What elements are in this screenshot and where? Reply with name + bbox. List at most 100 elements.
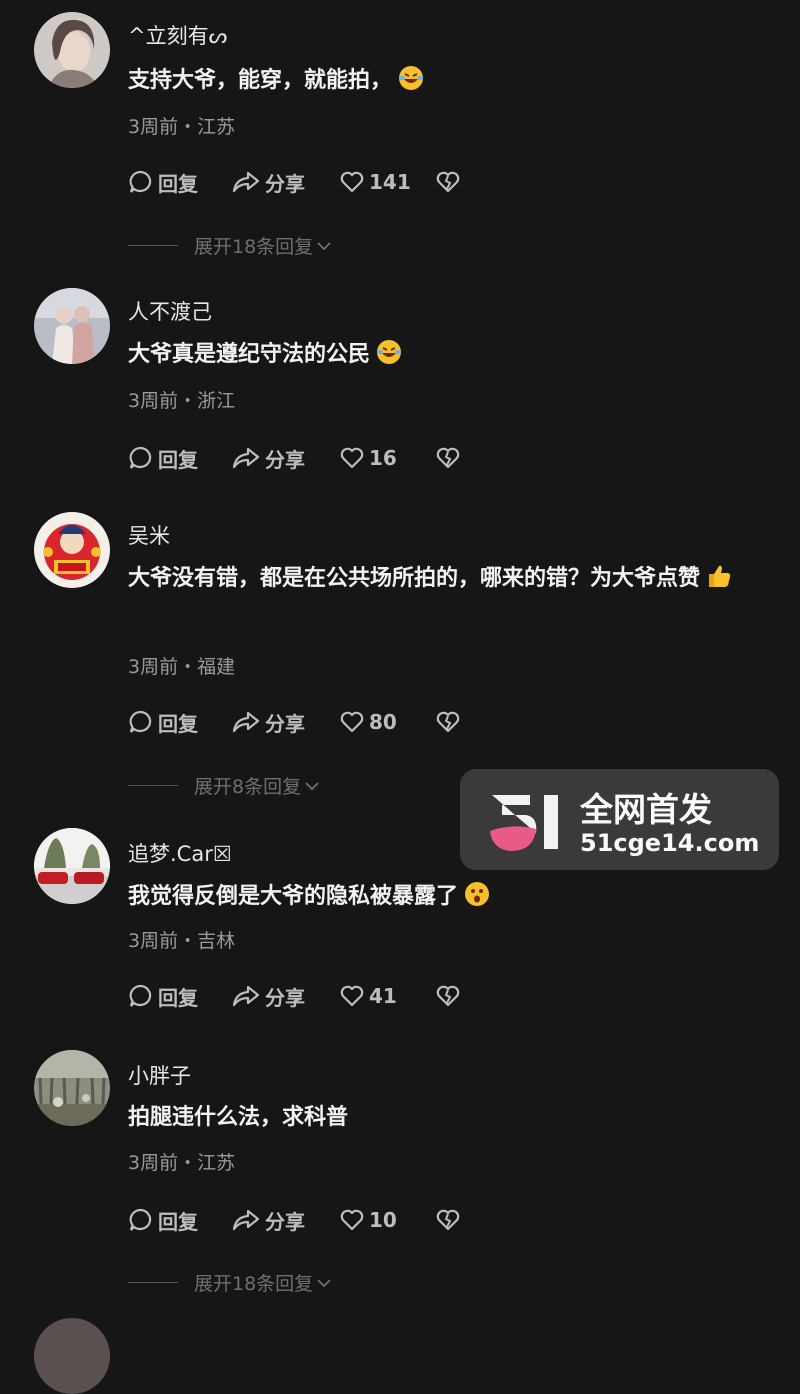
- divider-line: [128, 1282, 178, 1283]
- dislike-button[interactable]: [435, 1207, 465, 1233]
- username[interactable]: 人不渡己: [128, 296, 212, 326]
- share-arrow-icon: [232, 985, 260, 1007]
- username[interactable]: ^立刻有ᔕ: [128, 20, 227, 50]
- chevron-down-icon: [317, 1278, 331, 1287]
- reply-label: 回复: [158, 447, 198, 472]
- dislike-button[interactable]: [435, 169, 465, 195]
- share-label: 分享: [265, 985, 305, 1010]
- avatar[interactable]: [34, 1050, 110, 1126]
- username[interactable]: 吴米: [128, 520, 170, 550]
- like-button[interactable]: 80: [339, 709, 435, 735]
- comment-meta: 3周前・江苏: [128, 1152, 236, 1174]
- like-button[interactable]: 41: [339, 983, 435, 1009]
- avatar[interactable]: [34, 288, 110, 364]
- comment-text: 大爷没有错，都是在公共场所拍的，哪来的错？为大爷点赞: [128, 558, 778, 600]
- heart-icon: [340, 171, 364, 193]
- comment-actions: 回复 分享 10: [128, 1204, 465, 1236]
- comment-text: 大爷真是遵纪守法的公民: [128, 334, 778, 376]
- expand-replies-button[interactable]: 展开8条回复: [128, 772, 320, 799]
- comment-meta: 3周前・江苏: [128, 116, 236, 138]
- expand-replies-label: 展开18条回复: [194, 236, 314, 258]
- comment-actions: 回复 分享 80: [128, 706, 465, 738]
- like-button[interactable]: 141: [339, 169, 435, 195]
- avatar[interactable]: [34, 828, 110, 904]
- hushed-face-emoji-icon: [464, 880, 490, 906]
- share-arrow-icon: [232, 1209, 260, 1231]
- reply-button[interactable]: 回复: [128, 708, 231, 737]
- share-arrow-icon: [232, 447, 260, 469]
- reply-button[interactable]: 回复: [128, 1206, 231, 1235]
- like-count: 80: [369, 710, 397, 734]
- heart-icon: [340, 711, 364, 733]
- reply-label: 回复: [158, 1209, 198, 1234]
- comment-bubble-icon: [129, 170, 152, 193]
- comment-bubble-icon: [129, 446, 152, 469]
- watermark-badge: 全网首发 51cge14.com: [460, 769, 779, 870]
- share-button[interactable]: 分享: [231, 708, 339, 737]
- comment-text-content: 支持大爷，能穿，就能拍，: [128, 68, 393, 93]
- laughing-crying-emoji-icon: [376, 338, 402, 364]
- share-arrow-icon: [232, 711, 260, 733]
- divider-line: [128, 785, 178, 786]
- like-button[interactable]: 16: [339, 445, 435, 471]
- share-button[interactable]: 分享: [231, 982, 339, 1011]
- reply-label: 回复: [158, 985, 198, 1010]
- dislike-button[interactable]: [435, 709, 465, 735]
- reply-button[interactable]: 回复: [128, 982, 231, 1011]
- like-count: 16: [369, 446, 397, 470]
- dislike-button[interactable]: [435, 445, 465, 471]
- heart-icon: [340, 1209, 364, 1231]
- broken-heart-icon: [436, 171, 460, 193]
- next-comment-avatar[interactable]: [34, 1318, 110, 1394]
- expand-replies-label: 展开18条回复: [194, 1273, 314, 1295]
- chevron-down-icon: [305, 781, 319, 790]
- comment-bubble-icon: [129, 710, 152, 733]
- watermark-url: 51cge14.com: [580, 829, 760, 857]
- expand-replies-label: 展开8条回复: [194, 776, 302, 798]
- reply-button[interactable]: 回复: [128, 168, 231, 197]
- heart-icon: [340, 985, 364, 1007]
- comment-text-content: 拍腿违什么法，求科普: [128, 1105, 349, 1130]
- username[interactable]: 追梦.Car☒: [128, 838, 232, 868]
- laughing-crying-emoji-icon: [398, 64, 424, 90]
- comment-meta: 3周前・福建: [128, 656, 236, 678]
- comment-bubble-icon: [129, 984, 152, 1007]
- watermark-title: 全网首发: [580, 790, 712, 829]
- avatar[interactable]: [34, 512, 110, 588]
- share-label: 分享: [265, 447, 305, 472]
- username[interactable]: 小胖子: [128, 1060, 191, 1090]
- broken-heart-icon: [436, 447, 460, 469]
- share-button[interactable]: 分享: [231, 444, 339, 473]
- share-label: 分享: [265, 1209, 305, 1234]
- share-arrow-icon: [232, 171, 260, 193]
- reply-label: 回复: [158, 171, 198, 196]
- comment-text-content: 我觉得反倒是大爷的隐私被暴露了: [128, 884, 459, 909]
- comment-text: 拍腿违什么法，求科普: [128, 1097, 778, 1139]
- comment-meta: 3周前・浙江: [128, 390, 236, 412]
- thumbs-up-emoji-icon: [706, 562, 732, 588]
- like-count: 141: [369, 170, 411, 194]
- share-button[interactable]: 分享: [231, 168, 339, 197]
- expand-replies-button[interactable]: 展开18条回复: [128, 232, 332, 259]
- comment-text-content: 大爷真是遵纪守法的公民: [128, 342, 371, 367]
- share-label: 分享: [265, 171, 305, 196]
- like-count: 10: [369, 1208, 397, 1232]
- divider-line: [128, 245, 178, 246]
- comment-text: 我觉得反倒是大爷的隐私被暴露了: [128, 876, 778, 918]
- broken-heart-icon: [436, 711, 460, 733]
- avatar[interactable]: [34, 12, 110, 88]
- comment-actions: 回复 分享 16: [128, 442, 465, 474]
- comment-bubble-icon: [129, 1208, 152, 1231]
- expand-replies-button[interactable]: 展开18条回复: [128, 1269, 332, 1296]
- watermark-logo: [490, 795, 558, 851]
- comment-actions: 回复 分享 41: [128, 980, 465, 1012]
- broken-heart-icon: [436, 1209, 460, 1231]
- dislike-button[interactable]: [435, 983, 465, 1009]
- like-count: 41: [369, 984, 397, 1008]
- heart-icon: [340, 447, 364, 469]
- reply-button[interactable]: 回复: [128, 444, 231, 473]
- like-button[interactable]: 10: [339, 1207, 435, 1233]
- reply-label: 回复: [158, 711, 198, 736]
- share-button[interactable]: 分享: [231, 1206, 339, 1235]
- comment-meta: 3周前・吉林: [128, 930, 236, 952]
